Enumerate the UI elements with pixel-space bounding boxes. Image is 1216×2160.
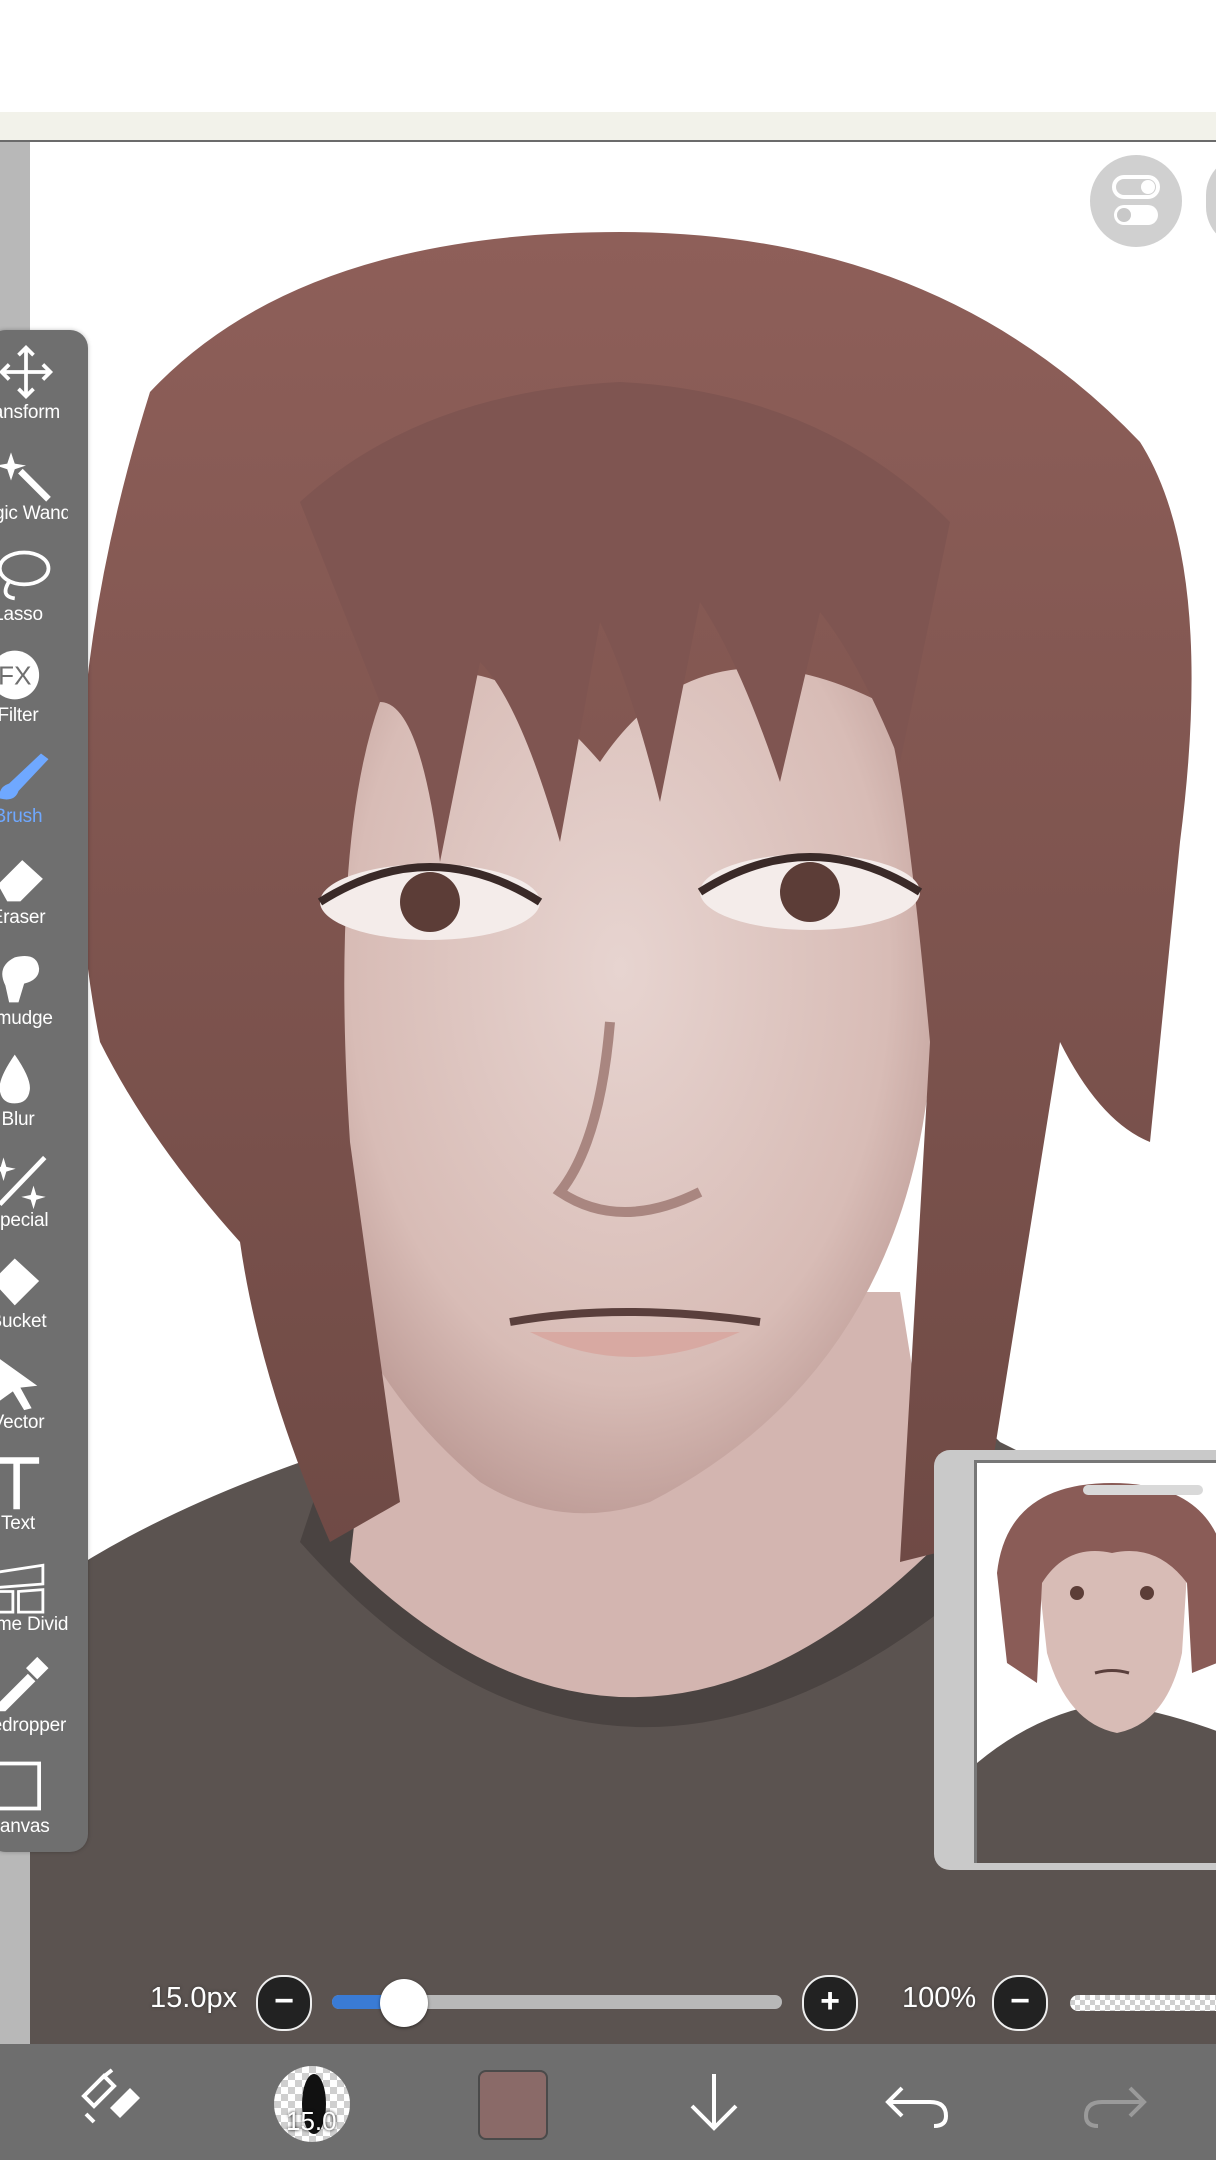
bucket-icon — [0, 1258, 40, 1306]
tool-eyedropper[interactable]: Eyedropper — [0, 1649, 88, 1747]
color-swatch[interactable] — [478, 2070, 548, 2140]
opacity-slider[interactable] — [1070, 1995, 1216, 2011]
brush-preview-button[interactable]: 15.0 — [274, 2066, 350, 2142]
tool-bucket[interactable]: Bucket — [0, 1245, 88, 1343]
tool-smudge[interactable]: Smudge — [0, 942, 88, 1040]
bottom-toolbar: 15.0 — [0, 2044, 1216, 2160]
status-area — [0, 0, 1216, 112]
svg-text:FX: FX — [0, 660, 32, 690]
tool-label: Eraser — [0, 907, 46, 928]
download-arrow-icon — [690, 2074, 738, 2131]
tool-blur[interactable]: Blur — [0, 1043, 88, 1141]
tool-vector[interactable]: Vector — [0, 1346, 88, 1444]
navigator-panel[interactable] — [934, 1450, 1216, 1870]
tool-filter[interactable]: FX Filter — [0, 639, 88, 737]
tool-label: Brush — [0, 806, 43, 827]
undo-icon — [885, 2086, 949, 2128]
tool-label: Transform — [0, 402, 61, 423]
redo-icon — [1083, 2086, 1147, 2128]
special-sparkle-icon — [0, 1155, 47, 1210]
navigator-thumbnail — [974, 1460, 1216, 1863]
slider-row: 15.0px − + 100% − — [0, 1964, 1216, 2038]
lasso-icon — [0, 550, 51, 601]
tool-transform[interactable]: Transform — [0, 336, 88, 434]
blur-drop-icon — [0, 1054, 30, 1104]
tool-label: Filter — [0, 705, 39, 726]
brush-preview-size: 15.0 — [286, 2106, 337, 2136]
quick-select-button[interactable] — [72, 2066, 152, 2138]
view-toggle-button[interactable] — [1090, 155, 1182, 247]
tool-special[interactable]: Special — [0, 1144, 88, 1242]
tool-label: Lasso — [0, 604, 43, 625]
brush-size-minus-button[interactable]: − — [256, 1975, 312, 2031]
tool-label: Text — [0, 1513, 36, 1534]
fx-icon: FX — [0, 650, 40, 700]
opacity-value: 100% — [902, 1982, 977, 2014]
toggle-icon — [1112, 175, 1160, 225]
eraser-icon — [0, 860, 43, 902]
brush-size-plus-button[interactable]: + — [802, 1975, 858, 2031]
tool-frame-divider[interactable]: Frame Divider — [0, 1548, 88, 1646]
tool-text[interactable]: Text — [0, 1447, 88, 1545]
tool-label: Frame Divider — [0, 1614, 68, 1635]
brush-size-knob[interactable] — [380, 1979, 428, 2027]
navigator-preview-image — [977, 1463, 1216, 1863]
brush-icon — [0, 753, 49, 800]
tool-label: Eyedropper — [0, 1715, 67, 1736]
tool-label: Blur — [1, 1109, 35, 1130]
tool-brush[interactable]: Brush — [0, 740, 88, 838]
eyedropper-icon — [0, 1656, 49, 1712]
opacity-minus-button[interactable]: − — [992, 1975, 1048, 2031]
magic-wand-icon — [0, 452, 51, 502]
tool-label: Canvas — [0, 1816, 50, 1837]
tool-label: Special — [0, 1210, 49, 1231]
tool-eraser[interactable]: Eraser — [0, 841, 88, 939]
tool-canvas[interactable]: Canvas — [0, 1750, 88, 1848]
smudge-finger-icon — [2, 955, 40, 1003]
tool-palette: Transform Magic Wand Lasso FX Filter Brush Era… — [0, 330, 88, 1852]
tool-label: Bucket — [0, 1311, 47, 1332]
frame-divider-icon — [0, 1563, 45, 1614]
brush-size-value: 15.0px — [150, 1982, 238, 2014]
move-arrows-icon — [0, 344, 54, 400]
canvas-icon — [0, 1761, 41, 1811]
tool-lasso[interactable]: Lasso — [0, 538, 88, 636]
tool-label: Smudge — [0, 1008, 53, 1029]
vector-cursor-icon — [0, 1359, 38, 1411]
top-strip — [0, 112, 1216, 142]
undo-button[interactable] — [876, 2066, 956, 2138]
navigator-handle[interactable] — [1083, 1485, 1203, 1495]
text-icon — [0, 1457, 40, 1510]
tool-label: Vector — [0, 1412, 45, 1433]
tool-label: Magic Wand — [0, 503, 68, 524]
download-button[interactable] — [674, 2066, 754, 2138]
redo-button[interactable] — [1076, 2066, 1156, 2138]
tool-magic-wand[interactable]: Magic Wand — [0, 437, 88, 535]
quick-select-icon — [81, 2068, 140, 2124]
